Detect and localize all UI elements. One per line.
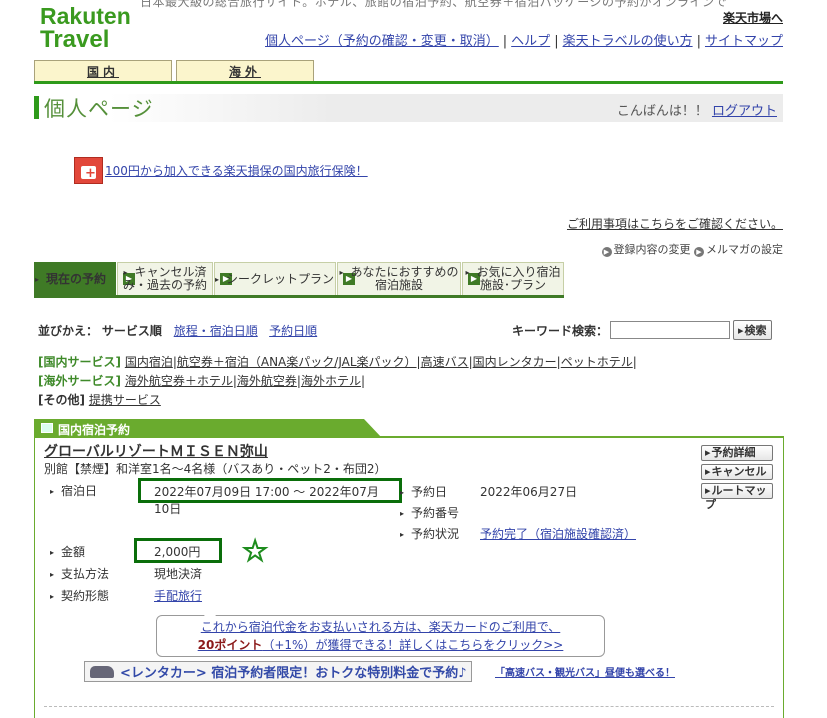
sort-by-date[interactable]: 旅程・宿泊日順 (174, 324, 258, 338)
arrow-icon: ▶ (694, 247, 704, 257)
cancel-button[interactable]: キャンセル (701, 464, 773, 480)
tab-domestic[interactable]: 国内 (34, 60, 172, 82)
route-map-button[interactable]: ルートマップ (701, 483, 773, 511)
sort-row: 並びかえ： サービス順 旅程・宿泊日順 予約日順 (38, 324, 318, 338)
hotel-name-link[interactable]: グローバルリゾートＭＩＳＥＮ弥山 (44, 441, 268, 461)
domestic-services: [国内サービス] 国内宿泊|航空券＋宿泊（ANA楽パック/JAL楽パック）|高速… (38, 355, 637, 369)
keyword-input[interactable] (610, 321, 731, 339)
contract-link[interactable]: 手配旅行 (154, 587, 202, 604)
price-value: 2,000円 (154, 545, 201, 559)
svc-partner[interactable]: 提携サービス (89, 393, 161, 407)
top-tagline: 日本最大級の総合旅行サイト。ホテル、旅館の宿泊予約、航空券＋宿泊パッケージの予約… (140, 0, 728, 9)
rakuten-travel-logo[interactable]: Rakuten Travel (40, 4, 131, 52)
greeting: こんばんは！！ ログアウト (616, 104, 777, 119)
keyword-search: キーワード検索： 検索 (512, 320, 772, 340)
price-label: 金額 (50, 543, 85, 560)
contract-label: 契約形態 (50, 587, 109, 604)
other-services: [その他] 提携サービス (38, 393, 161, 407)
reservation-number-label: 予約番号 (400, 504, 459, 521)
monitor-icon (41, 423, 53, 433)
booked-date-value: 2022年06月27日 (480, 485, 578, 499)
edit-profile-link[interactable]: 登録内容の変更 (614, 243, 691, 256)
tab-recommended[interactable]: ▶あなたにおすすめの宿泊施設 (337, 262, 461, 296)
search-button[interactable]: 検索 (733, 320, 772, 340)
payment-value: 現地決済 (154, 567, 203, 581)
tab-current-reservations[interactable]: 現在の予約 (34, 262, 116, 296)
svc-pethotel[interactable]: ペットホテル (561, 355, 633, 369)
stay-date-label: 宿泊日 (50, 482, 97, 499)
reservation-detail-button[interactable]: 予約詳細 (701, 445, 773, 461)
newsletter-link[interactable]: メルマガの設定 (706, 243, 783, 256)
nav-sitemap[interactable]: サイトマップ (705, 34, 783, 49)
nav-help[interactable]: ヘルプ (511, 34, 550, 49)
header-divider (34, 81, 783, 84)
svc-overseas-hotel[interactable]: 海外ホテル (301, 374, 361, 388)
svc-air-stay[interactable]: 航空券＋宿泊（ANA楽パック/JAL楽パック） (177, 355, 417, 369)
insurance-link[interactable]: 100円から加入できる楽天損保の国内旅行保険！ (105, 162, 368, 179)
tab-favorites[interactable]: ▶お気に入り宿泊施設･プラン (462, 262, 564, 296)
svc-domestic-stay[interactable]: 国内宿泊 (125, 355, 173, 369)
bus-link[interactable]: 「高速バス・観光バス」昼便も選べる！ (495, 664, 675, 679)
rentacar-banner[interactable]: <レンタカー> 宿泊予約者限定！おトクな特別料金で予約♪ (84, 661, 472, 682)
card-promo-bubble[interactable]: これから宿泊代金をお支払いされる方は、楽天カードのご利用で、 20ポイント（+1… (156, 615, 605, 657)
stay-date-value: 2022年07月09日 17:00 ～ 2022年07月 (154, 485, 379, 499)
rakuten-ichiba-link[interactable]: 楽天市場へ (723, 9, 783, 26)
page-title-bar: 個人ページ こんばんは！！ ログアウト (34, 94, 783, 122)
settings-links: ▶ 登録内容の変更 ▶ メルマガの設定 (601, 241, 783, 257)
section-header: 国内宿泊予約 (34, 419, 784, 438)
nav-howto[interactable]: 楽天トラベルの使い方 (563, 34, 693, 49)
tab-overseas[interactable]: 海外 (176, 60, 314, 82)
nav-mypage[interactable]: 個人ページ（予約の確認・変更・取消） (265, 34, 499, 49)
overseas-services: [海外サービス] 海外航空券＋ホテル|海外航空券|海外ホテル| (38, 374, 365, 388)
sort-current: サービス順 (101, 324, 162, 338)
star-icon: ★ (242, 536, 268, 567)
booked-date-label: 予約日 (400, 483, 447, 500)
svc-rentacar[interactable]: 国内レンタカー (473, 355, 557, 369)
svc-overseas-air-hotel[interactable]: 海外航空券＋ホテル (125, 374, 233, 388)
logout-link[interactable]: ログアウト (712, 104, 777, 119)
status-link[interactable]: 予約完了（宿泊施設確認済） (480, 525, 636, 542)
stay-date-value-cont: 10日 (154, 502, 182, 516)
payment-label: 支払方法 (50, 565, 109, 582)
status-label: 予約状況 (400, 525, 459, 542)
sort-by-booking[interactable]: 予約日順 (269, 324, 317, 338)
terms-link[interactable]: ご利用事項はこちらをご確認ください。 (567, 215, 783, 232)
insurance-bag-icon[interactable]: + (74, 157, 103, 184)
top-nav: 個人ページ（予約の確認・変更・取消） | ヘルプ | 楽天トラベルの使い方 | サイトマップ (265, 34, 783, 49)
tab-secret-plan[interactable]: ▶シークレットプラン (214, 262, 336, 296)
svc-overseas-air[interactable]: 海外航空券 (237, 374, 297, 388)
tab-past-reservations[interactable]: ▶キャンセル済み・過去の予約 (117, 262, 213, 296)
tab-underline (34, 295, 564, 298)
svc-bus[interactable]: 高速バス (421, 355, 469, 369)
page-title: 個人ページ (44, 97, 154, 121)
room-plan: 別館【禁煙】和洋室1名～4名様（バスあり・ペット2・布団2） (44, 462, 387, 476)
divider (44, 706, 774, 707)
car-icon (90, 665, 114, 678)
arrow-icon: ▶ (601, 247, 612, 257)
